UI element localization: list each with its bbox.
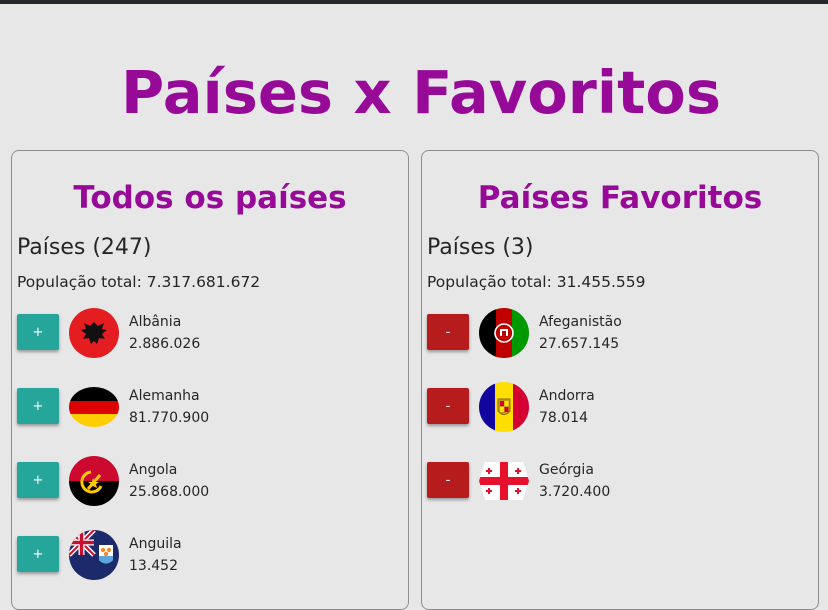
georgia-flag-icon [479,462,529,500]
afghanistan-flag-icon [479,308,529,358]
remove-favorite-button[interactable]: - [427,388,469,424]
albania-flag-icon [69,308,119,358]
country-name: Alemanha [129,388,200,404]
all-countries-population-total: População total: 7.317.681.672 [17,273,261,291]
all-countries-count: Países (247) [17,235,152,260]
country-name: Albânia [129,314,182,330]
list-item: - Afeganistão 27.657.145 [427,308,807,360]
all-countries-heading: Todos os países [73,180,347,216]
country-population: 27.657.145 [539,336,620,352]
list-item: + Alemanha 81.770.900 [17,382,397,434]
country-population: 13.452 [129,558,178,574]
add-favorite-button[interactable]: + [17,388,59,424]
add-favorite-button[interactable]: + [17,536,59,572]
country-name: Anguila [129,536,182,552]
all-countries-panel: Todos os países Países (247) População t… [11,150,409,610]
favorites-panel: Países Favoritos Países (3) População to… [421,150,819,610]
country-population: 3.720.400 [539,484,611,500]
add-favorite-button[interactable]: + [17,314,59,350]
add-favorite-button[interactable]: + [17,462,59,498]
country-population: 78.014 [539,410,588,426]
germany-flag-icon [69,387,119,427]
remove-favorite-button[interactable]: - [427,462,469,498]
list-item: + Angola 25.868.000 [17,456,397,508]
list-item: - Geórgia 3.720.400 [427,456,807,508]
anguilla-flag-icon [69,530,119,580]
country-population: 2.886.026 [129,336,201,352]
remove-favorite-button[interactable]: - [427,314,469,350]
favorites-heading: Países Favoritos [477,180,763,216]
country-name: Andorra [539,388,595,404]
country-population: 81.770.900 [129,410,210,426]
list-item: - Andorra 78.014 [427,382,807,434]
list-item: + Anguila 13.452 [17,530,397,582]
list-item: + Albânia 2.886.026 [17,308,397,360]
page-title: Países x Favoritos [121,58,721,127]
country-name: Afeganistão [539,314,622,330]
angola-flag-icon [69,456,119,506]
top-bar [0,0,828,4]
favorites-count: Países (3) [427,235,534,260]
country-population: 25.868.000 [129,484,210,500]
favorites-population-total: População total: 31.455.559 [427,273,646,291]
country-name: Geórgia [539,462,594,478]
country-name: Angola [129,462,178,478]
andorra-flag-icon [479,382,529,432]
